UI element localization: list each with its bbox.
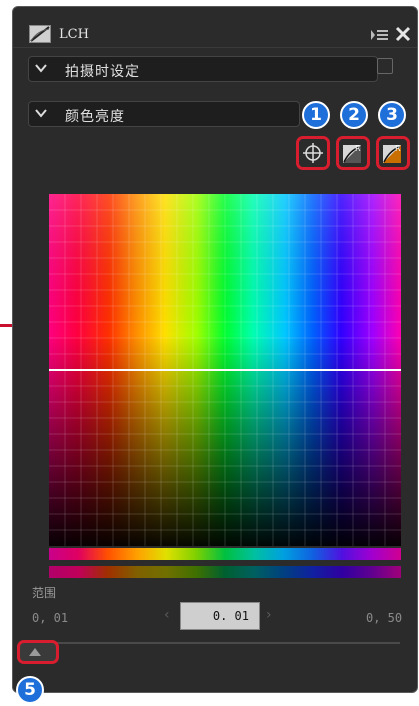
range-slider-thumb[interactable] bbox=[17, 640, 59, 664]
chevron-down-icon bbox=[35, 109, 47, 118]
section-color-brightness[interactable]: 颜色亮度 bbox=[28, 101, 300, 127]
reset-channel-button[interactable]: R bbox=[336, 136, 370, 170]
range-max-value: 0, 50 bbox=[366, 611, 403, 625]
slider-thumb-icon bbox=[29, 648, 41, 656]
section-label: 颜色亮度 bbox=[65, 109, 125, 125]
decrease-arrow[interactable]: ‹ bbox=[164, 607, 170, 623]
reset-channel-icon: R bbox=[343, 144, 361, 163]
hue-output-strip bbox=[49, 566, 401, 578]
range-value-input[interactable]: 0. 01 bbox=[180, 602, 260, 630]
hue-brightness-chart[interactable] bbox=[49, 194, 401, 546]
range-min-value: 0, 01 bbox=[32, 611, 69, 625]
panel-titlebar: LCH bbox=[13, 7, 417, 48]
panel-title: LCH bbox=[59, 27, 89, 42]
section-shooting-settings[interactable]: 拍摄时设定 bbox=[28, 56, 378, 82]
reset-all-button[interactable]: R bbox=[376, 136, 410, 170]
callout-3: 3 bbox=[378, 101, 406, 129]
callout-1: 1 bbox=[302, 101, 330, 129]
increase-arrow[interactable]: › bbox=[266, 607, 272, 623]
section-label: 拍摄时设定 bbox=[65, 64, 140, 80]
svg-text:R: R bbox=[395, 144, 401, 153]
callout-5: 5 bbox=[16, 676, 44, 704]
range-label: 范围 bbox=[32, 586, 57, 600]
panel-menu-icon[interactable] bbox=[370, 27, 390, 43]
screenshot-stage: LCH 拍摄时设定 颜色亮度 R R 1 2 3 范围 0, 01 ‹ 0. 0… bbox=[0, 0, 419, 706]
callout-2: 2 bbox=[340, 101, 368, 129]
svg-text:R: R bbox=[355, 144, 361, 153]
close-icon[interactable] bbox=[394, 25, 412, 43]
lch-tool-icon bbox=[29, 25, 51, 43]
hue-reference-strip bbox=[49, 548, 401, 560]
crosshair-picker-button[interactable] bbox=[296, 136, 330, 170]
range-slider-track[interactable] bbox=[30, 642, 400, 644]
chevron-down-icon bbox=[35, 64, 47, 73]
section-checkbox[interactable] bbox=[377, 58, 393, 74]
reset-all-icon: R bbox=[383, 144, 401, 163]
crosshair-picker-icon bbox=[303, 143, 323, 163]
